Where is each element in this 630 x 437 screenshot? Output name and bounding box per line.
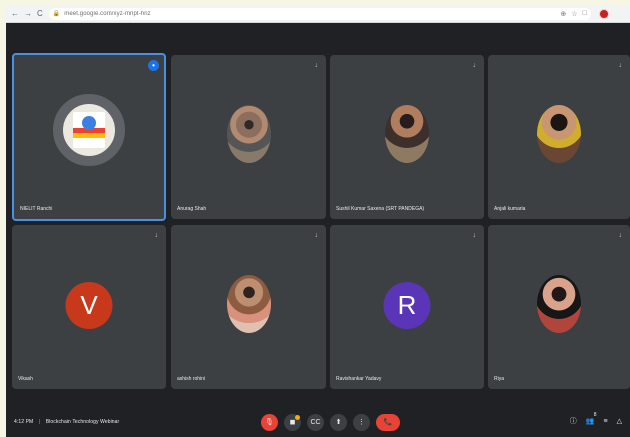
meeting-time: 4:12 PM xyxy=(14,419,34,425)
address-bar-actions: ⊕ ☆ □ xyxy=(560,10,586,18)
star-icon[interactable]: ☆ xyxy=(571,10,577,18)
participant-photo xyxy=(226,275,271,333)
more-options-button[interactable]: ⋮ xyxy=(353,414,370,431)
back-arrow-icon[interactable]: ← xyxy=(11,9,19,18)
participant-name: Anurag Shah xyxy=(177,206,207,212)
participant-count-badge: 8 xyxy=(593,412,597,418)
initial-avatar: R xyxy=(383,282,431,329)
participant-photo xyxy=(226,105,271,163)
meeting-info-separator: | xyxy=(38,419,41,425)
nielit-logo-icon xyxy=(73,112,105,148)
pin-icon[interactable]: • xyxy=(148,60,159,71)
address-bar[interactable]: 🔒 meet.google.com/xyz-mnpt-hnz ⊕ ☆ □ xyxy=(48,7,591,20)
people-icon[interactable]: 👥 8 xyxy=(586,413,597,426)
puzzle-icon[interactable]: □ xyxy=(583,10,587,18)
captions-button[interactable]: CC xyxy=(307,414,324,431)
meeting-info: 4:12 PM | Blockchain Technology Webinar xyxy=(14,419,119,425)
participant-photo xyxy=(537,275,581,333)
meeting-controls-bar: 4:12 PM | Blockchain Technology Webinar … xyxy=(6,406,630,437)
participant-tile-vikash[interactable]: ↓ V Vikash xyxy=(12,225,166,389)
participant-name: ashish rohini xyxy=(177,376,206,382)
participant-tile-ashish-rohini[interactable]: ↓ ashish rohini xyxy=(171,225,326,389)
participant-photo xyxy=(385,105,429,163)
url-text[interactable]: meet.google.com/xyz-mnpt-hnz xyxy=(64,11,474,17)
muted-microphone-icon: ↓ xyxy=(618,62,623,69)
lock-icon: 🔒 xyxy=(52,11,61,17)
reload-icon[interactable]: C xyxy=(37,9,43,18)
participant-tile-nielit-ranchi[interactable]: • NIELIT Ranchi xyxy=(12,53,166,221)
logo-blue-mark-icon xyxy=(82,116,96,130)
camera-button[interactable]: ◼ xyxy=(284,414,301,431)
participant-tile-anurag-shah[interactable]: ↓ Anurag Shah xyxy=(171,55,326,219)
meeting-control-group: 🎙 ◼ CC ⬆ ⋮ 📞 xyxy=(261,414,400,431)
activities-icon[interactable]: △ xyxy=(617,418,622,425)
microphone-button[interactable]: 🎙 xyxy=(261,414,278,431)
participant-grid: • NIELIT Ranchi ↓ Anurag Shah ↓ Sushil K… xyxy=(6,29,630,401)
participant-photo xyxy=(537,105,581,163)
meeting-window: ← → C 🔒 meet.google.com/xyz-mnpt-hnz ⊕ ☆… xyxy=(6,5,630,437)
meeting-side-tools: ⓘ 👥 8 ≡ △ xyxy=(570,413,622,426)
muted-microphone-icon: ↓ xyxy=(154,232,159,239)
participant-name: Riya xyxy=(494,376,505,382)
initial-avatar: V xyxy=(65,282,113,329)
participant-name: Vikash xyxy=(18,376,33,382)
nielit-logo-avatar xyxy=(53,94,125,166)
participant-tile-sushil-kumar-saxena[interactable]: ↓ Sushil Kumar Saxena (SRT PANDEGA) xyxy=(330,55,484,219)
muted-microphone-icon: ↓ xyxy=(472,232,477,239)
participant-name: NIELIT Ranchi xyxy=(20,206,53,212)
participant-tile-ravishankar-yadavy[interactable]: ↓ R Ravishankar Yadavy xyxy=(330,225,484,389)
browser-navigation: ← → C xyxy=(11,9,43,18)
participant-tile-anjali-kumaria[interactable]: ↓ Anjali kumaria xyxy=(488,55,630,219)
forward-arrow-icon[interactable]: → xyxy=(24,9,32,18)
participant-name: Ravishankar Yadavy xyxy=(336,376,382,382)
extension-icon[interactable]: ⊕ xyxy=(560,10,566,18)
present-button[interactable]: ⬆ xyxy=(330,414,347,431)
muted-microphone-icon: ↓ xyxy=(314,232,319,239)
info-icon[interactable]: ⓘ xyxy=(570,418,577,425)
participant-tile-riya[interactable]: ↓ Riya xyxy=(488,225,630,389)
browser-toolbar: ← → C 🔒 meet.google.com/xyz-mnpt-hnz ⊕ ☆… xyxy=(6,5,630,23)
chat-icon[interactable]: ≡ xyxy=(604,418,608,425)
participant-name: Sushil Kumar Saxena (SRT PANDEGA) xyxy=(336,206,425,212)
muted-microphone-icon: ↓ xyxy=(618,232,623,239)
end-call-button[interactable]: 📞 xyxy=(376,414,400,431)
meeting-title: Blockchain Technology Webinar xyxy=(45,419,120,425)
profile-avatar[interactable] xyxy=(598,8,609,19)
muted-microphone-icon: ↓ xyxy=(314,62,319,69)
participant-name: Anjali kumaria xyxy=(494,206,526,212)
muted-microphone-icon: ↓ xyxy=(472,62,477,69)
